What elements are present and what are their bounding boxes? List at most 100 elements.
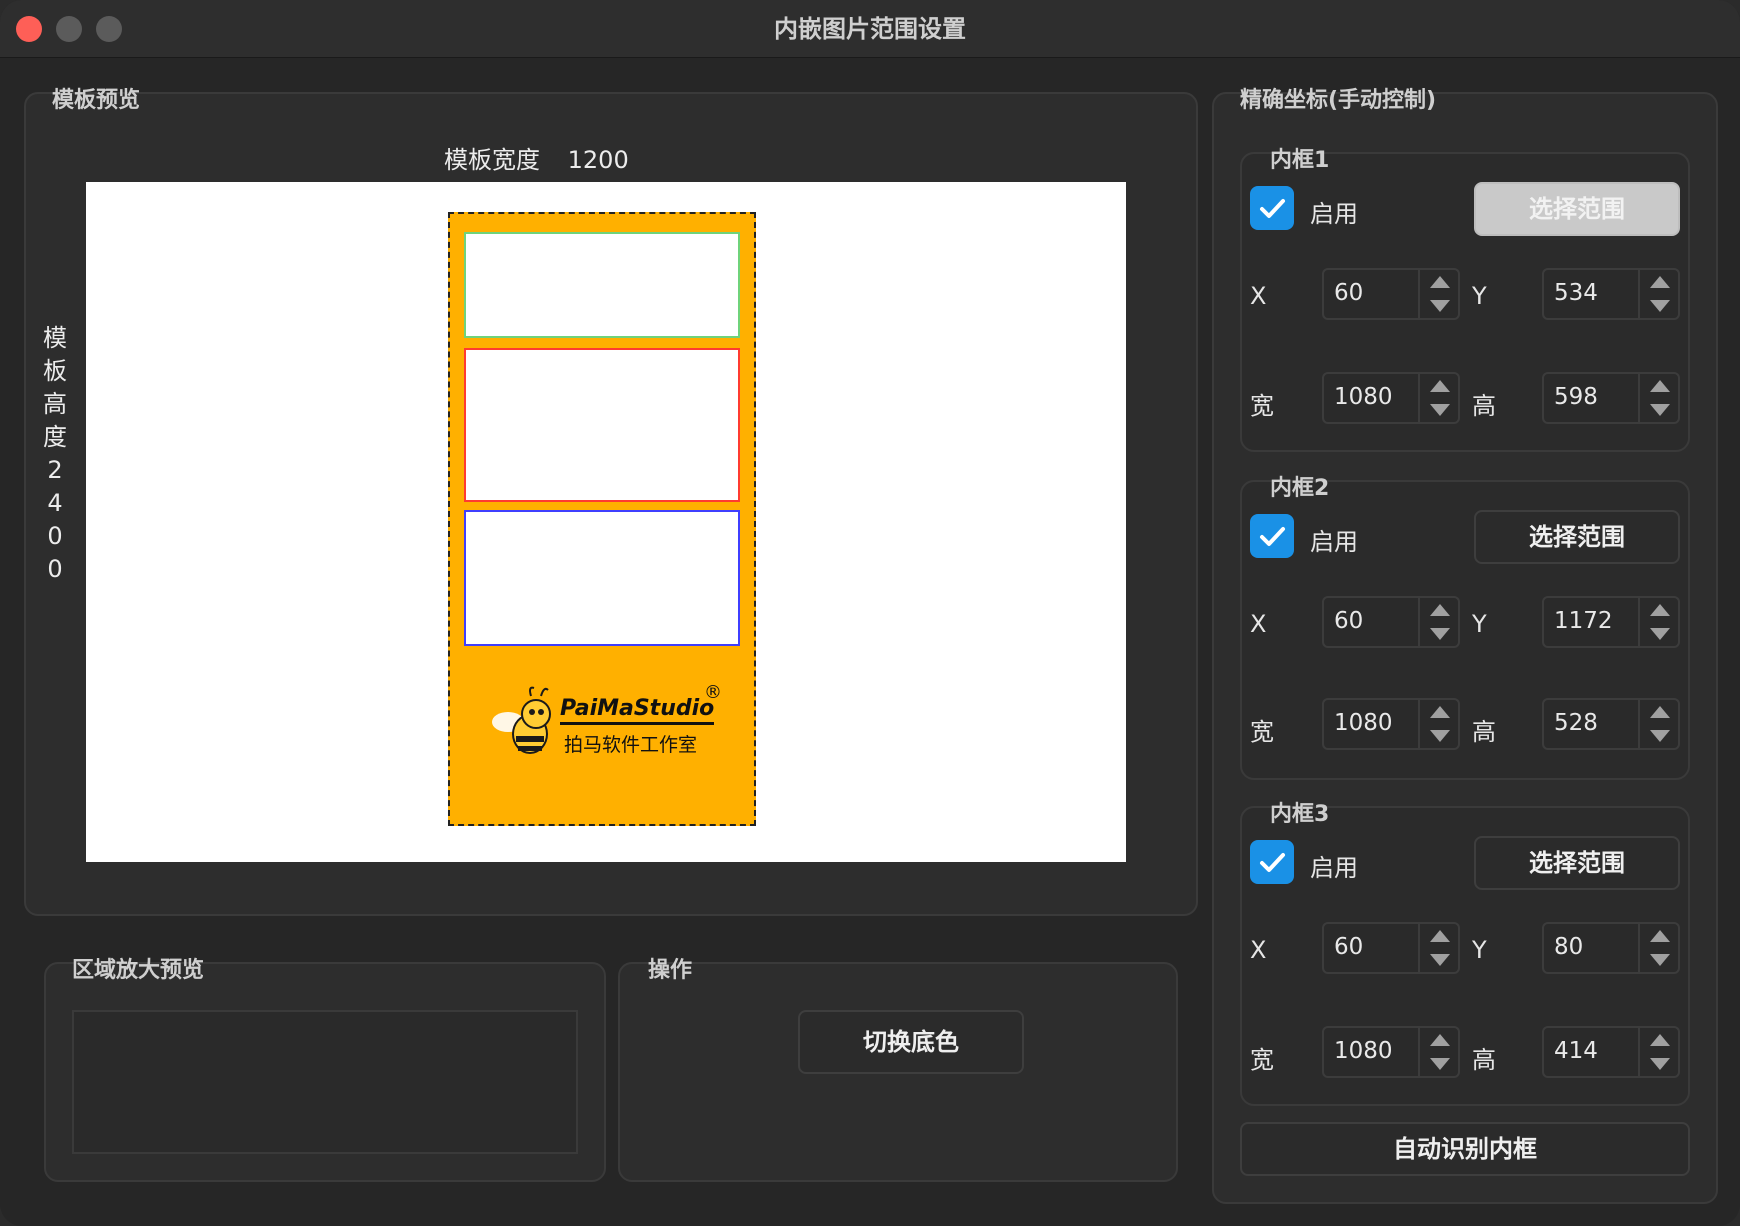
spin-arrows[interactable] (1418, 924, 1458, 972)
frame2-height-spinbox[interactable]: 528 (1542, 698, 1680, 750)
inner-frame-1[interactable] (464, 232, 740, 338)
spin-arrows[interactable] (1418, 700, 1458, 748)
increment-icon[interactable] (1650, 380, 1670, 392)
increment-icon[interactable] (1650, 930, 1670, 942)
spin-arrows[interactable] (1638, 374, 1678, 422)
spin-arrows[interactable] (1418, 270, 1458, 318)
frame1-width-value: 1080 (1334, 384, 1393, 410)
height-char: 0 (47, 555, 63, 583)
inner-frame-3[interactable] (464, 510, 740, 646)
decrement-icon[interactable] (1430, 730, 1450, 742)
frame3-y-spinbox[interactable]: 80 (1542, 922, 1680, 974)
template-height-label: 模 板 高 度 2 4 0 0 (40, 322, 70, 586)
title-bar: 内嵌图片范围设置 (0, 0, 1740, 58)
zoom-preview-title: 区域放大预览 (72, 958, 205, 983)
frame2-x-label: X (1250, 610, 1267, 638)
height-char: 0 (47, 522, 63, 550)
frame1-y-value: 534 (1554, 280, 1598, 306)
width-value: 1200 (567, 146, 629, 174)
increment-icon[interactable] (1650, 1034, 1670, 1046)
frame3-x-spinbox[interactable]: 60 (1322, 922, 1460, 974)
increment-icon[interactable] (1430, 276, 1450, 288)
preview-canvas[interactable]: PaiMaStudio ® 拍马软件工作室 (86, 182, 1126, 862)
frame1-y-label: Y (1472, 282, 1487, 310)
template-image[interactable]: PaiMaStudio ® 拍马软件工作室 (448, 212, 756, 826)
increment-icon[interactable] (1430, 930, 1450, 942)
increment-icon[interactable] (1650, 706, 1670, 718)
checkmark-icon (1260, 853, 1285, 872)
decrement-icon[interactable] (1650, 404, 1670, 416)
spin-arrows[interactable] (1418, 598, 1458, 646)
decrement-icon[interactable] (1430, 1058, 1450, 1070)
frame1-height-spinbox[interactable]: 598 (1542, 372, 1680, 424)
frame1-height-value: 598 (1554, 384, 1598, 410)
frame3-height-spinbox[interactable]: 414 (1542, 1026, 1680, 1078)
frame3-enable-checkbox[interactable] (1250, 840, 1294, 884)
frame3-y-label: Y (1472, 936, 1487, 964)
increment-icon[interactable] (1430, 1034, 1450, 1046)
frame2-x-value: 60 (1334, 608, 1364, 634)
decrement-icon[interactable] (1430, 954, 1450, 966)
frame3-enable-label: 启用 (1310, 854, 1358, 882)
spin-arrows[interactable] (1418, 1028, 1458, 1076)
frame1-x-spinbox[interactable]: 60 (1322, 268, 1460, 320)
frame2-height-value: 528 (1554, 710, 1598, 736)
frame3-height-value: 414 (1554, 1038, 1598, 1064)
increment-icon[interactable] (1650, 276, 1670, 288)
frame2-y-spinbox[interactable]: 1172 (1542, 596, 1680, 648)
height-char: 度 (43, 423, 67, 451)
frame3-y-value: 80 (1554, 934, 1584, 960)
decrement-icon[interactable] (1430, 628, 1450, 640)
decrement-icon[interactable] (1430, 300, 1450, 312)
frame2-width-label: 宽 (1250, 718, 1274, 746)
decrement-icon[interactable] (1650, 300, 1670, 312)
frame1-enable-checkbox[interactable] (1250, 186, 1294, 230)
frame2-select-range-button[interactable]: 选择范围 (1474, 510, 1680, 564)
frame1-y-spinbox[interactable]: 534 (1542, 268, 1680, 320)
spin-arrows[interactable] (1638, 1028, 1678, 1076)
decrement-icon[interactable] (1650, 1058, 1670, 1070)
registered-mark: ® (704, 682, 722, 703)
frame1-width-spinbox[interactable]: 1080 (1322, 372, 1460, 424)
frame2-enable-checkbox[interactable] (1250, 514, 1294, 558)
frame2-x-spinbox[interactable]: 60 (1322, 596, 1460, 648)
frame3-width-spinbox[interactable]: 1080 (1322, 1026, 1460, 1078)
inner-frame-2[interactable] (464, 348, 740, 502)
frame1-enable-label: 启用 (1310, 200, 1358, 228)
spin-arrows[interactable] (1418, 374, 1458, 422)
bee-logo-icon (492, 686, 551, 754)
increment-icon[interactable] (1430, 604, 1450, 616)
frame2-title: 内框2 (1270, 476, 1330, 501)
decrement-icon[interactable] (1430, 404, 1450, 416)
height-char: 板 (43, 357, 67, 385)
operations-title: 操作 (648, 958, 693, 983)
frame2-y-value: 1172 (1554, 608, 1613, 634)
spin-arrows[interactable] (1638, 270, 1678, 318)
increment-icon[interactable] (1430, 706, 1450, 718)
frame3-title: 内框3 (1270, 802, 1330, 827)
frame2-enable-label: 启用 (1310, 528, 1358, 556)
decrement-icon[interactable] (1650, 628, 1670, 640)
frame1-x-value: 60 (1334, 280, 1364, 306)
frame2-width-value: 1080 (1334, 710, 1393, 736)
spin-arrows[interactable] (1638, 700, 1678, 748)
spin-arrows[interactable] (1638, 924, 1678, 972)
template-width-label: 模板宽度 1200 (444, 140, 629, 175)
spin-arrows[interactable] (1638, 598, 1678, 646)
frame1-select-range-button[interactable]: 选择范围 (1474, 182, 1680, 236)
toggle-background-button[interactable]: 切换底色 (798, 1010, 1024, 1074)
frame3-width-value: 1080 (1334, 1038, 1393, 1064)
logo-brand-text: PaiMaStudio (560, 696, 715, 721)
checkmark-icon (1260, 527, 1285, 546)
auto-detect-frames-button[interactable]: 自动识别内框 (1240, 1122, 1690, 1176)
increment-icon[interactable] (1650, 604, 1670, 616)
frame3-select-range-button[interactable]: 选择范围 (1474, 836, 1680, 890)
height-char: 2 (47, 456, 63, 484)
checkmark-icon (1260, 199, 1285, 218)
decrement-icon[interactable] (1650, 730, 1670, 742)
height-char: 4 (47, 489, 63, 517)
frame2-width-spinbox[interactable]: 1080 (1322, 698, 1460, 750)
increment-icon[interactable] (1430, 380, 1450, 392)
decrement-icon[interactable] (1650, 954, 1670, 966)
width-label-text: 模板宽度 (444, 146, 540, 174)
